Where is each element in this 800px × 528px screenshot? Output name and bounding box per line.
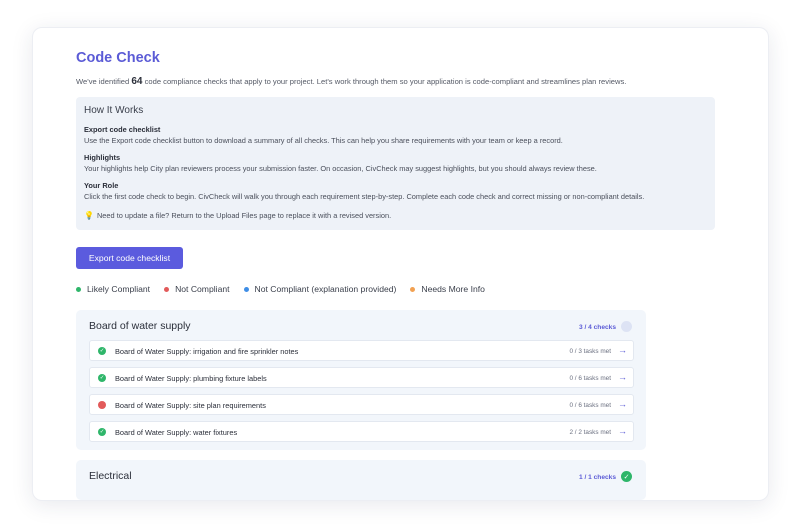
legend-label: Likely Compliant <box>87 284 151 294</box>
error-dot-icon <box>98 401 106 409</box>
group-board-of-water-supply: Board of water supply 3 / 4 checks ✓ Boa… <box>76 310 646 450</box>
orange-dot-icon <box>410 286 416 292</box>
check-row[interactable]: ✓ Board of Water Supply: plumbing fixtur… <box>89 367 634 388</box>
check-label: Board of Water Supply: water fixtures <box>115 428 238 437</box>
check-circle-icon: ✓ <box>621 471 632 482</box>
blue-dot-icon <box>243 286 249 292</box>
green-dot-icon <box>76 286 81 292</box>
intro-after: code compliance checks that apply to you… <box>142 77 627 86</box>
arrow-right-icon[interactable]: → <box>618 399 627 409</box>
section-text-highlights: Your highlights help City plan reviewers… <box>84 164 597 173</box>
group-title[interactable]: Board of water supply <box>89 320 191 332</box>
legend-label: Not Compliant <box>175 284 230 294</box>
tasks-met: 0 / 6 tasks met <box>569 375 611 382</box>
check-icon: ✓ <box>98 347 106 355</box>
check-label: Board of Water Supply: plumbing fixture … <box>115 374 267 383</box>
tip-text: Need to update a file? Return to the Upl… <box>96 211 392 220</box>
export-checklist-button[interactable]: Export code checklist <box>76 247 183 269</box>
section-heading-export: Export code checklist <box>84 125 161 134</box>
legend-likely-compliant: Likely Compliant <box>76 284 150 294</box>
group-electrical: Electrical 1 / 1 checks ✓ <box>76 460 646 500</box>
arrow-right-icon[interactable]: → <box>618 426 627 436</box>
legend-label: Needs More Info <box>421 284 485 294</box>
intro-before: We've identified <box>76 77 132 86</box>
legend-needs-more-info: Needs More Info <box>410 284 485 294</box>
lightbulb-icon: 💡 <box>84 211 94 220</box>
check-row[interactable]: Board of Water Supply: site plan require… <box>89 394 634 415</box>
how-it-works-panel: How It Works Export code checklist Use t… <box>76 97 715 230</box>
group-title[interactable]: Electrical <box>89 470 132 482</box>
legend-label: Not Compliant (explanation provided) <box>254 284 397 294</box>
legend-not-compliant: Not Compliant <box>164 284 230 294</box>
update-file-tip: 💡 Need to update a file? Return to the Up… <box>84 211 391 220</box>
group-check-count: 1 / 1 checks <box>578 474 616 481</box>
page-title: Code Check <box>76 50 160 66</box>
check-icon: ✓ <box>98 428 106 436</box>
section-text-export: Use the Export code checklist button to … <box>84 136 563 145</box>
how-it-works-title: How It Works <box>84 105 144 116</box>
check-count: 64 <box>131 76 143 87</box>
check-row[interactable]: ✓ Board of Water Supply: irrigation and … <box>89 340 634 361</box>
arrow-right-icon[interactable]: → <box>618 345 627 355</box>
status-legend: Likely Compliant Not Compliant Not Compl… <box>76 284 485 294</box>
tasks-met: 2 / 2 tasks met <box>569 429 611 436</box>
check-row[interactable]: ✓ Board of Water Supply: water fixtures … <box>89 421 634 442</box>
legend-not-compliant-explained: Not Compliant (explanation provided) <box>243 284 397 294</box>
check-label: Board of Water Supply: irrigation and fi… <box>115 347 299 356</box>
check-icon: ✓ <box>98 374 106 382</box>
intro-text: We've identified 64 code compliance chec… <box>76 76 626 87</box>
code-check-card: Code Check We've identified 64 code comp… <box>32 27 769 501</box>
section-heading-role: Your Role <box>84 181 119 190</box>
arrow-right-icon[interactable]: → <box>618 372 627 382</box>
tasks-met: 0 / 3 tasks met <box>569 348 611 355</box>
tasks-met: 0 / 6 tasks met <box>569 402 611 409</box>
group-check-count: 3 / 4 checks <box>578 324 616 331</box>
section-heading-highlights: Highlights <box>84 153 121 162</box>
progress-circle-icon <box>621 321 632 332</box>
check-label: Board of Water Supply: site plan require… <box>115 401 266 410</box>
red-dot-icon <box>164 286 170 292</box>
section-text-role: Click the first code check to begin. Civ… <box>84 192 645 201</box>
